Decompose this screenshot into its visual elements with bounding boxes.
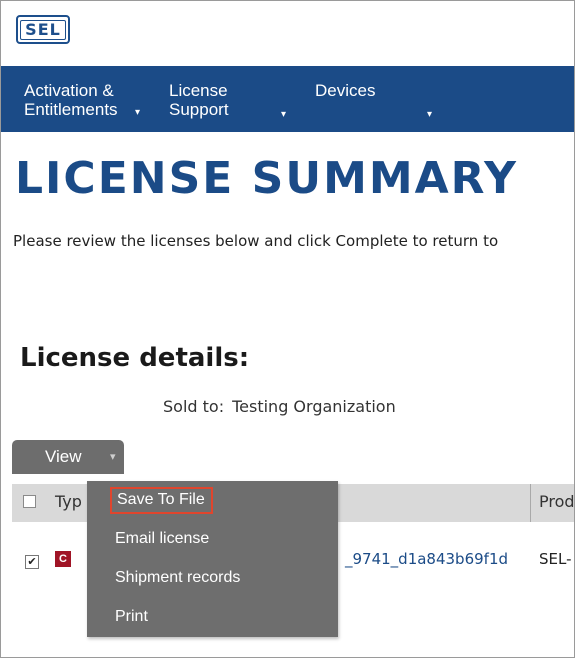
- nav-item-label-line1: Devices: [315, 81, 376, 100]
- nav-item-activation-entitlements[interactable]: Activation & Entitlements ▾: [24, 81, 140, 119]
- view-button[interactable]: View ▾: [12, 440, 124, 474]
- column-divider: [530, 484, 531, 522]
- menu-item-save-to-file[interactable]: Save To File: [110, 487, 213, 514]
- view-dropdown-menu: Save To File Email license Shipment reco…: [87, 481, 338, 637]
- page-frame: SEL Activation & Entitlements ▾ License S…: [0, 0, 575, 658]
- view-button-label: View: [45, 447, 82, 466]
- column-header-type[interactable]: Typ: [55, 492, 82, 511]
- page-title: LICENSE SUMMARY: [15, 153, 519, 204]
- logo-text: SEL: [20, 19, 66, 40]
- chevron-down-icon: ▾: [281, 109, 287, 120]
- license-details-heading: License details:: [20, 343, 250, 373]
- sold-to: Sold to: Testing Organization: [163, 397, 396, 416]
- select-all-checkbox[interactable]: [23, 495, 36, 508]
- main-nav: Activation & Entitlements ▾ License Suppo…: [1, 66, 574, 132]
- product-cell: SEL-: [539, 550, 572, 568]
- menu-item-email-license[interactable]: Email license: [115, 530, 209, 548]
- menu-item-shipment-records[interactable]: Shipment records: [115, 569, 240, 587]
- nav-item-label-line1: License: [169, 81, 228, 100]
- nav-item-label-line2: Support: [169, 100, 229, 119]
- chevron-down-icon: ▾: [427, 109, 433, 120]
- sold-to-value: Testing Organization: [232, 397, 396, 416]
- nav-item-license-support[interactable]: License Support ▾: [169, 81, 286, 120]
- sel-logo[interactable]: SEL: [16, 15, 70, 44]
- chevron-down-icon: ▾: [110, 451, 116, 463]
- intro-text: Please review the licenses below and cli…: [13, 232, 499, 250]
- nav-item-label-line2: Entitlements: [24, 100, 118, 119]
- column-header-product[interactable]: Prod: [539, 492, 574, 511]
- menu-item-print[interactable]: Print: [115, 608, 148, 626]
- type-badge: C: [55, 551, 71, 567]
- license-id-link[interactable]: _9741_d1a843b69f1d: [345, 550, 508, 568]
- chevron-down-icon: ▾: [135, 107, 141, 118]
- nav-item-devices[interactable]: Devices ▾: [315, 81, 432, 120]
- row-checkbox[interactable]: ✔: [25, 555, 39, 569]
- nav-item-label-line1: Activation &: [24, 81, 114, 100]
- sold-to-label: Sold to:: [163, 397, 225, 416]
